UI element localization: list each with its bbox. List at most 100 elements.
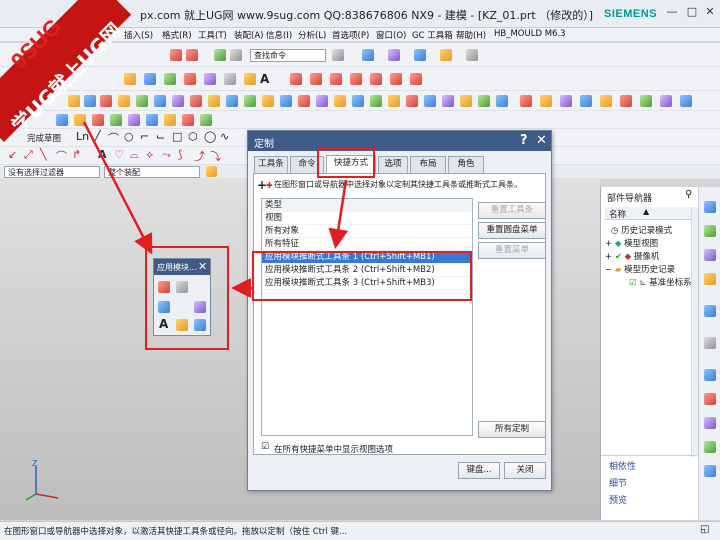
tree-node-model-history[interactable]: − ▰ 模型历史记录 [605,263,675,275]
analysis-icon[interactable] [540,95,552,107]
reset-toolbar-button[interactable]: 重置工具条 [478,202,546,219]
annotation-icon[interactable] [244,73,256,85]
view-icon[interactable] [362,49,374,61]
trim-body-icon[interactable] [352,95,364,107]
polygon-icon[interactable]: ⬡ [188,130,198,143]
part-navigator-icon[interactable] [704,249,716,261]
grid-icon[interactable] [466,49,478,61]
list-item[interactable]: 视图 [262,212,472,225]
finish-sketch-button[interactable]: 完成草图 [27,132,61,144]
tab-options[interactable]: 选项 [378,156,408,173]
offset-curve-icon[interactable] [370,73,382,85]
command-search-input[interactable]: 查找命令 [250,49,326,62]
constraint-line-icon[interactable]: ↙ [8,148,17,161]
tab-toolbars[interactable]: 工具条 [254,156,288,173]
keyboard-button[interactable]: 键盘... [458,462,500,479]
electrode-icon[interactable] [164,114,176,126]
layer-icon[interactable] [388,49,400,61]
menu-preferences[interactable]: 首选项(P) [332,29,369,41]
delete-face-icon[interactable] [442,95,454,107]
palette-icon[interactable] [704,337,716,349]
wave-icon[interactable] [680,95,692,107]
drawing-icon[interactable] [200,114,212,126]
pmi-icon[interactable] [224,73,236,85]
boss-icon[interactable] [118,95,130,107]
sketch-tool-4-icon[interactable]: ↱ [72,148,81,161]
selection-filter-select[interactable]: 没有选择过滤器 [4,166,100,178]
offset-face-icon[interactable] [388,95,400,107]
text-icon[interactable]: A [260,72,269,86]
project-curve-icon[interactable] [410,73,422,85]
intersect-icon[interactable] [208,95,220,107]
chamfer-icon[interactable] [244,95,256,107]
draft-icon[interactable] [280,95,292,107]
web-browser-icon[interactable] [704,305,716,317]
shell-icon[interactable] [262,95,274,107]
menu-gc-toolbox[interactable]: GC 工具箱 [412,29,453,41]
slider-icon[interactable] [110,114,122,126]
minimize-button[interactable]: — [664,4,680,20]
sketch-tool-9-icon[interactable]: ⟆ [178,148,182,161]
close-window-button[interactable]: ✕ [702,4,718,20]
move-face-icon[interactable] [424,95,436,107]
fillet-curve-icon[interactable] [350,73,362,85]
sequence-icon[interactable] [660,95,672,107]
menu-hb-mould[interactable]: HB_MOULD M6.3 [494,29,566,39]
sketch-tool-7-icon[interactable]: ⟡ [146,148,153,162]
details-panel-link[interactable]: 细节 [609,476,627,489]
hole-icon[interactable] [100,95,112,107]
fillet-sketch-icon[interactable]: ⌐ [140,130,149,143]
menu-window[interactable]: 窗口(O) [376,29,406,41]
tab-layout[interactable]: 布局 [410,156,446,173]
sketch-tool-5-icon[interactable]: ♡ [114,148,124,161]
roles-icon[interactable] [704,441,716,453]
close-icon[interactable]: ✕ [536,133,547,148]
surface-icon[interactable] [478,95,490,107]
sketch-tool-10-icon[interactable]: ⤴ [194,148,205,164]
edge-blend-icon[interactable] [226,95,238,107]
measure-icon[interactable] [520,95,532,107]
copy-icon[interactable] [214,49,226,61]
bom-icon[interactable] [182,114,194,126]
sketch-profile-icon[interactable]: Ln [76,130,89,143]
snap-icon[interactable] [206,166,217,177]
replace-face-icon[interactable] [406,95,418,107]
arc-icon[interactable] [330,73,342,85]
constraint-icon[interactable] [620,95,632,107]
ellipse-icon[interactable]: ◯ [204,130,216,143]
view-options-checkbox[interactable]: ☑ [261,442,269,452]
sketch-tool-11-icon[interactable]: ⤵ [210,148,221,164]
mold-icon[interactable] [56,114,68,126]
navigator-column-header[interactable]: 名称 ▲ [605,207,695,220]
delete-icon[interactable] [230,49,242,61]
dialog-titlebar[interactable]: 定制 ? ✕ [248,131,551,151]
sketch-tool-8-icon[interactable]: ⤳ [162,148,171,162]
list-item[interactable]: 所有对象 [262,225,472,238]
revolve-icon[interactable] [84,95,96,107]
datum-axis-icon[interactable] [164,73,176,85]
sketch-tool-3-icon[interactable]: ⌒ [56,148,67,164]
datum-plane-icon[interactable] [144,73,156,85]
tree-node-model-views[interactable]: + ◆ 模型视图 [605,237,658,249]
tree-node-cameras[interactable]: + ✔ ◆ 摄像机 [605,250,659,262]
collapse-icon[interactable]: − [605,265,612,275]
menu-format[interactable]: 格式(R) [162,29,192,41]
circle-icon[interactable]: ○ [124,130,134,143]
help-icon[interactable]: ? [520,133,528,148]
undo-icon[interactable] [170,49,182,61]
section-icon[interactable] [560,95,572,107]
unite-icon[interactable] [172,95,184,107]
expand-icon[interactable]: + [605,252,612,262]
sketch-icon[interactable] [124,73,136,85]
redo-icon[interactable] [186,49,198,61]
maximize-button[interactable]: □ [684,4,700,20]
component-icon[interactable] [600,95,612,107]
chamfer-sketch-icon[interactable]: ⌙ [156,130,165,143]
dependencies-panel-link[interactable]: 相依性 [609,459,636,472]
sketch-tool-1-icon[interactable]: ⤢ [24,148,33,162]
menu-analysis[interactable]: 分析(L) [298,29,326,41]
expand-icon[interactable]: + [605,239,612,249]
all-customizations-button[interactable]: 所有定制 [478,421,546,438]
curve-icon[interactable] [290,73,302,85]
ejector-icon[interactable] [128,114,140,126]
